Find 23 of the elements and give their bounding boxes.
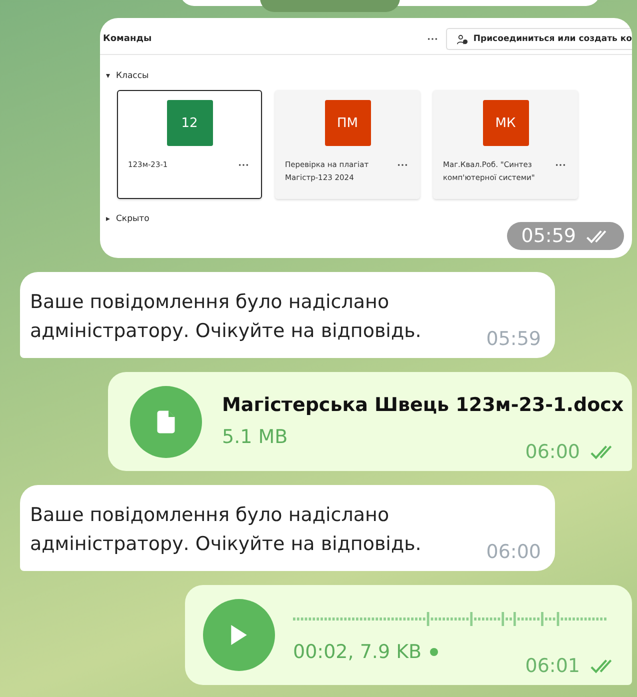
file-size: 5.1 MB (222, 426, 289, 448)
section-toggle[interactable]: Скрыто (106, 214, 150, 224)
team-tile: ПМ (324, 100, 370, 146)
message-time: 05:59 (521, 225, 576, 247)
file-name[interactable]: Магістерська Швець 123м-23-1.docx (222, 394, 624, 416)
message-time: 06:00 (525, 441, 580, 463)
people-icon (457, 34, 468, 44)
message-text: Ваше повідомлення було надіслано адміністратору. Очікуйте на відповідь. (30, 503, 422, 557)
join-team-button[interactable]: Присоединиться или создать ко (446, 28, 632, 50)
message-text: Ваше повідомлення було надіслано адміністратору. Очікуйте на відповідь. (30, 290, 422, 344)
voice-info: 00:02, 7.9 KB (293, 641, 422, 663)
team-tile: 12 (166, 100, 212, 146)
team-tile: МК (482, 100, 528, 146)
message-time: 06:01 (525, 655, 580, 677)
message-time: 06:00 (486, 541, 541, 563)
play-icon (231, 625, 247, 645)
more-icon (427, 37, 438, 41)
teams-title: Команды (103, 34, 153, 44)
message-time: 05:59 (486, 328, 541, 350)
more-icon[interactable] (397, 163, 408, 167)
more-icon[interactable] (238, 163, 249, 167)
more-icon[interactable] (555, 163, 566, 167)
section-toggle[interactable]: Классы (106, 71, 149, 81)
